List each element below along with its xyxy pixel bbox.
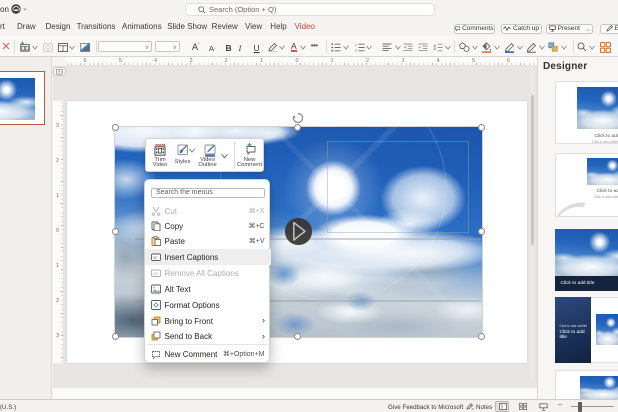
svg-text:cc: cc <box>153 255 158 260</box>
svg-text:2: 2 <box>355 48 357 51</box>
svg-text:cc: cc <box>153 271 158 276</box>
svg-text:1: 1 <box>355 43 357 47</box>
